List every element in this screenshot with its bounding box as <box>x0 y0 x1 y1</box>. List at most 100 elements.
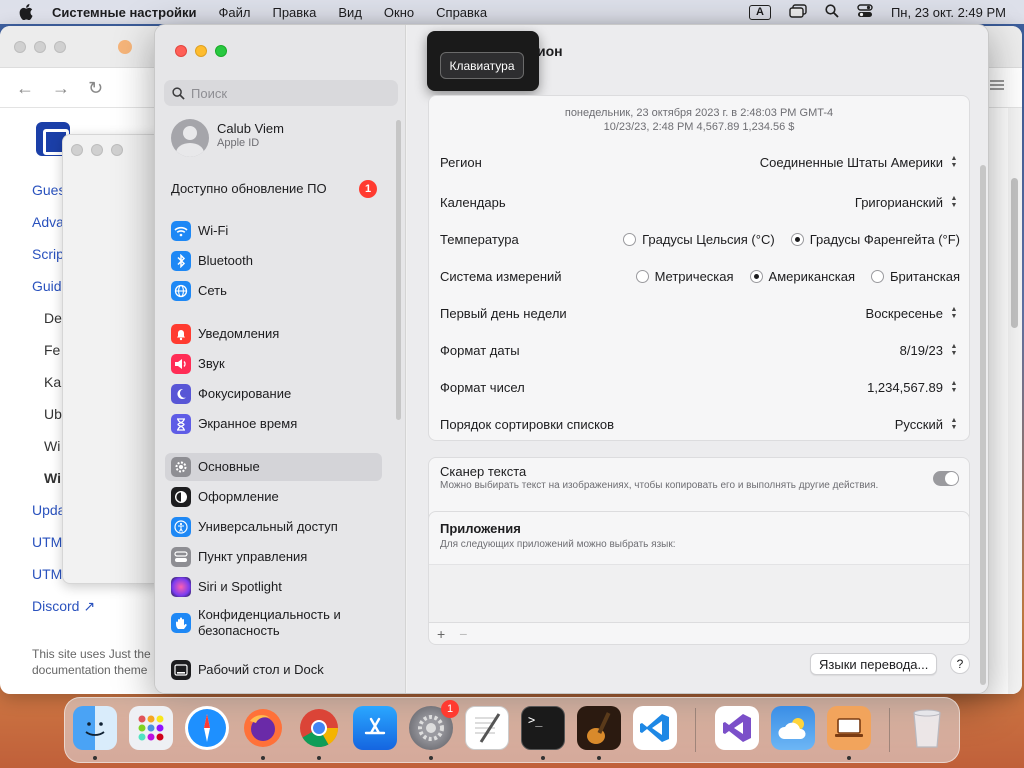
minimize-icon[interactable] <box>91 144 103 156</box>
sidebar-item-wifi[interactable]: Wi-Fi <box>165 217 382 245</box>
window-icon[interactable] <box>789 3 807 21</box>
menu-window[interactable]: Окно <box>384 5 414 20</box>
visual-studio-icon[interactable] <box>715 706 759 750</box>
sidebar-item-sound[interactable]: Звук <box>165 350 382 378</box>
system-settings-icon[interactable]: 1 <box>409 700 459 750</box>
bluetooth-icon <box>171 251 191 271</box>
sidebar-item-network[interactable]: Сеть <box>165 277 382 305</box>
site-link[interactable]: Ka <box>44 374 61 390</box>
sidebar-item-accessibility[interactable]: Универсальный доступ <box>165 513 382 541</box>
site-link[interactable]: UTM <box>32 534 62 550</box>
site-link[interactable]: Gues <box>32 182 65 198</box>
menu-help[interactable]: Справка <box>436 5 487 20</box>
software-update-item[interactable]: Доступно обновление ПО <box>171 181 327 196</box>
minimize-icon[interactable] <box>34 41 46 53</box>
help-button[interactable]: ? <box>950 654 970 674</box>
sidebar-item-label: Универсальный доступ <box>198 519 338 534</box>
launchpad-icon[interactable] <box>129 706 173 750</box>
vscode-icon[interactable] <box>633 706 677 750</box>
control-center-icon[interactable] <box>857 3 873 21</box>
sidebar-item-screen-time[interactable]: Экранное время <box>165 410 382 438</box>
finder-icon[interactable] <box>73 706 117 750</box>
site-link[interactable]: Upda <box>32 502 65 518</box>
apple-menu-icon[interactable] <box>18 4 34 20</box>
menu-view[interactable]: Вид <box>338 5 362 20</box>
site-link[interactable]: Guid <box>32 278 62 294</box>
region-select[interactable]: Соединенные Штаты Америки ▲ ▼ <box>760 154 960 170</box>
forward-arrow-icon[interactable]: → <box>52 78 70 99</box>
metric-radio[interactable]: Метрическая <box>635 269 734 284</box>
back-arrow-icon[interactable]: ← <box>16 78 34 99</box>
garageband-icon[interactable] <box>577 706 621 750</box>
sidebar-item-general[interactable]: Основные <box>165 453 382 481</box>
site-link[interactable]: Ub <box>44 406 62 422</box>
sidebar-item-appearance[interactable]: Оформление <box>165 483 382 511</box>
zoom-icon[interactable] <box>111 144 123 156</box>
hamburger-menu-icon[interactable] <box>990 80 1004 90</box>
site-link[interactable]: Adva <box>32 214 64 230</box>
sidebar-item-bluetooth[interactable]: Bluetooth <box>165 247 382 275</box>
sidebar-scrollbar[interactable] <box>396 120 401 420</box>
input-source-indicator[interactable]: A <box>748 4 771 20</box>
add-app-button[interactable]: + <box>437 626 445 642</box>
sidebar-item-notifications[interactable]: Уведомления <box>165 320 382 348</box>
sidebar-item-focus[interactable]: Фокусирование <box>165 380 382 408</box>
fahrenheit-radio[interactable]: Градусы Фаренгейта (°F) <box>790 232 960 247</box>
reload-icon[interactable]: ↻ <box>88 78 103 99</box>
trash-icon[interactable] <box>905 706 949 750</box>
sidebar-item-privacy[interactable]: Конфиденциальность и безопасность <box>165 603 382 643</box>
spotlight-search-icon[interactable] <box>825 3 839 21</box>
scrollbar-thumb[interactable] <box>1011 178 1018 328</box>
celsius-radio[interactable]: Градусы Цельсия (°C) <box>623 232 775 247</box>
menu-app-name[interactable]: Системные настройки <box>52 5 197 20</box>
site-link[interactable]: Wi <box>44 438 60 454</box>
safari-icon[interactable] <box>185 706 229 750</box>
popup-chevron-icon: ▲ ▼ <box>950 155 958 169</box>
sidebar-item-siri[interactable]: Siri и Spotlight <box>165 573 382 601</box>
menu-file[interactable]: Файл <box>219 5 251 20</box>
chrome-icon[interactable] <box>297 706 341 750</box>
translation-languages-button[interactable]: Языки перевода... <box>810 653 938 675</box>
menubar-clock[interactable]: Пн, 23 окт. 2:49 PM <box>891 5 1006 20</box>
close-icon[interactable] <box>71 144 83 156</box>
site-link[interactable]: De <box>44 310 62 326</box>
sort-order-select[interactable]: Русский ▲ ▼ <box>895 416 960 432</box>
region-value: Соединенные Штаты Америки <box>759 154 943 170</box>
sidebar-item-label: Фокусирование <box>198 386 292 401</box>
profile-name: Calub Viem <box>217 121 284 136</box>
site-link[interactable]: Fe <box>44 342 60 358</box>
zoom-icon[interactable] <box>54 41 66 53</box>
accessibility-icon <box>171 517 191 537</box>
utm-icon[interactable] <box>827 706 871 750</box>
browser-tab-icon[interactable] <box>118 40 132 54</box>
search-input[interactable]: Поиск <box>164 80 398 106</box>
number-format-select[interactable]: 1,234,567.89 ▲ ▼ <box>867 379 960 395</box>
uk-radio[interactable]: Британская <box>871 269 960 284</box>
sidebar-item-control-center[interactable]: Пункт управления <box>165 543 382 571</box>
site-link[interactable]: UTM <box>32 566 62 582</box>
calendar-select[interactable]: Григорианский ▲ ▼ <box>855 194 960 210</box>
menu-edit[interactable]: Правка <box>272 5 316 20</box>
terminal-icon[interactable]: >_ <box>521 706 565 750</box>
content-scrollbar[interactable] <box>980 165 986 685</box>
weather-icon[interactable] <box>771 706 815 750</box>
apple-id-profile[interactable]: Calub Viem Apple ID <box>171 119 401 161</box>
live-text-toggle[interactable] <box>933 471 959 486</box>
app-store-icon[interactable] <box>353 706 397 750</box>
site-link[interactable]: Wi <box>44 470 61 486</box>
sidebar-item-desktop-dock[interactable]: Рабочий стол и Dock <box>165 656 382 684</box>
close-button[interactable] <box>175 45 187 57</box>
us-radio[interactable]: Американская <box>749 269 855 284</box>
remove-app-button[interactable]: − <box>459 626 467 642</box>
firefox-icon[interactable] <box>241 706 285 750</box>
discord-link[interactable]: Discord ↗ <box>32 598 95 615</box>
apps-list[interactable] <box>429 564 969 622</box>
browser-scrollbar[interactable] <box>1008 108 1022 694</box>
zoom-button[interactable] <box>215 45 227 57</box>
textedit-icon[interactable] <box>465 706 509 750</box>
date-format-select[interactable]: 8/19/23 ▲ ▼ <box>900 342 960 358</box>
close-icon[interactable] <box>14 41 26 53</box>
site-link[interactable]: Scrip <box>32 246 64 262</box>
minimize-button[interactable] <box>195 45 207 57</box>
first-day-select[interactable]: Воскресенье ▲ ▼ <box>866 305 960 321</box>
